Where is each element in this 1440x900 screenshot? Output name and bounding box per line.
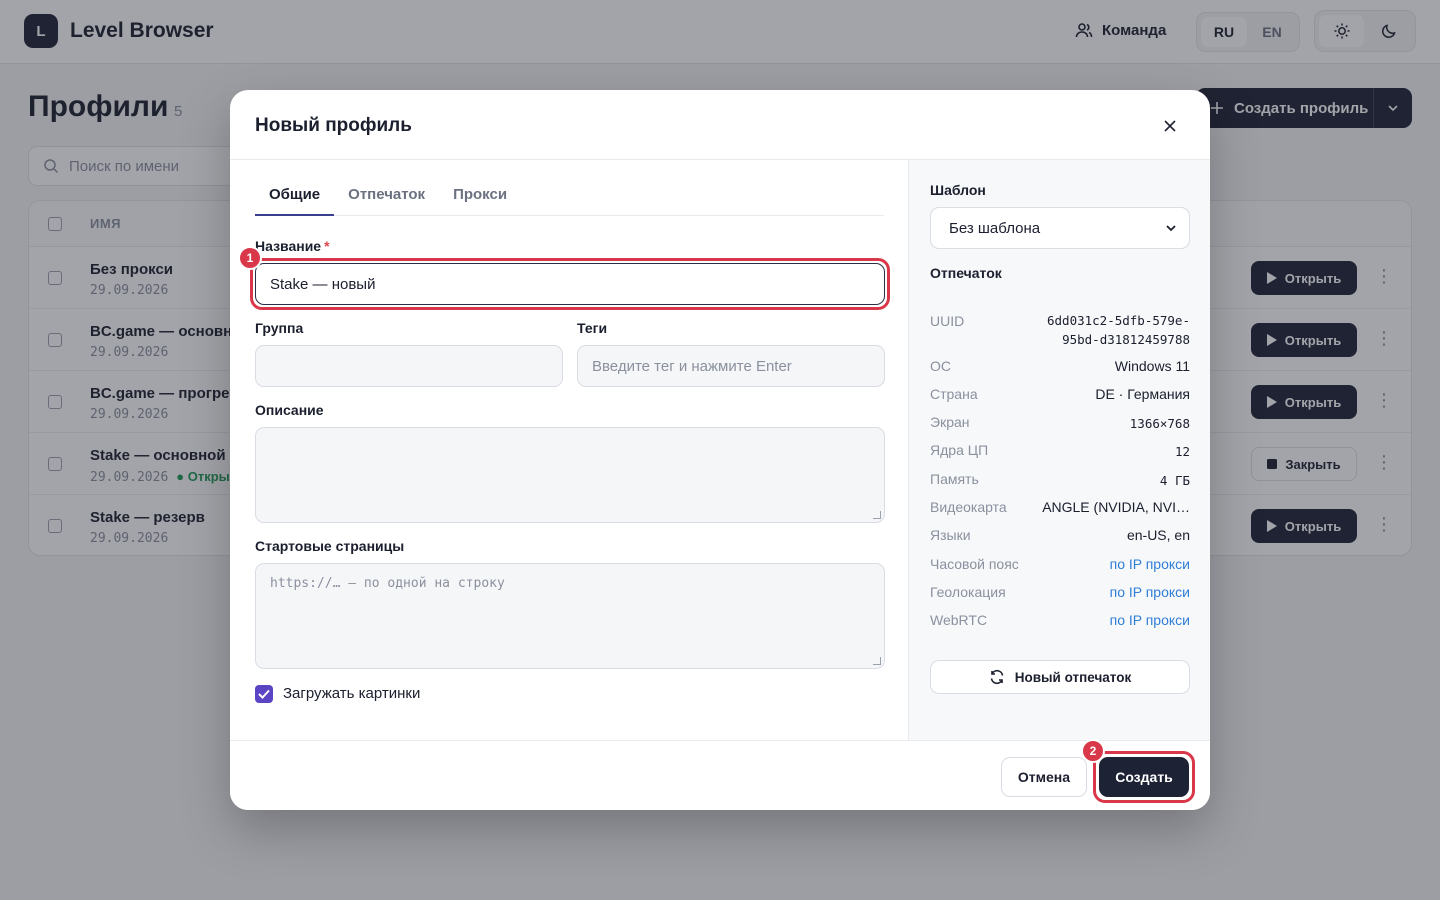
uuid-line-1: 6dd031c2-5dfb-579e-	[1047, 313, 1190, 328]
name-label: Название *	[255, 238, 330, 254]
uuid-line-2: 95bd-d31812459788	[1062, 332, 1190, 347]
fp-key: Часовой пояс	[930, 556, 1019, 572]
modal-footer: Отмена Создать 2	[230, 739, 1210, 810]
resize-handle[interactable]	[873, 511, 881, 519]
fp-languages-row: Языки en-US, en	[930, 527, 1190, 543]
fingerprint-label: Отпечаток	[930, 265, 1002, 281]
fp-timezone-row: Часовой пояс по IP прокси	[930, 556, 1190, 572]
fp-value: ANGLE (NVIDIA, NVI…	[1042, 499, 1190, 515]
resize-handle[interactable]	[873, 657, 881, 665]
chevron-down-icon	[1166, 225, 1176, 232]
template-value: Без шаблона	[949, 219, 1041, 237]
fp-key: Геолокация	[930, 584, 1006, 600]
fp-country-row: Страна DE · Германия	[930, 386, 1190, 402]
name-input[interactable]: Stake — новый	[255, 263, 885, 305]
fp-value[interactable]: по IP прокси	[1110, 612, 1190, 628]
fp-value: en-US, en	[1126, 527, 1190, 543]
refresh-icon	[990, 669, 1004, 685]
fp-webrtc-row: WebRTC по IP прокси	[930, 612, 1190, 628]
modal-title: Новый профиль	[255, 115, 412, 136]
fingerprint-panel: Шаблон Без шаблона Отпечаток UUID 6dd031…	[908, 160, 1210, 740]
modal-header: Новый профиль	[230, 90, 1210, 160]
fp-key: UUID	[930, 313, 965, 329]
step-badge-1: 1	[238, 246, 262, 270]
fp-key: Видеокарта	[930, 499, 1007, 515]
fp-os-row: ОС Windows 11	[930, 358, 1190, 374]
close-icon[interactable]	[1158, 114, 1182, 138]
fp-value: 4 ГБ	[1159, 473, 1190, 488]
load-images-label[interactable]: Загружать картинки	[283, 685, 420, 702]
fp-gpu-row: Видеокарта ANGLE (NVIDIA, NVI…	[930, 499, 1190, 515]
fp-value: Windows 11	[1114, 358, 1190, 374]
fp-value[interactable]: по IP прокси	[1110, 556, 1190, 572]
name-input-value: Stake — новый	[270, 275, 376, 293]
new-fingerprint-label: Новый отпечаток	[1014, 669, 1132, 685]
fp-screen-row: Экран 1366×768	[930, 414, 1190, 433]
step-badge-2: 2	[1081, 739, 1105, 763]
fp-value: 1366×768	[1129, 416, 1190, 431]
start-pages-label: Стартовые страницы	[255, 538, 405, 554]
fp-key: Экран	[930, 414, 970, 430]
fp-key: Память	[930, 471, 979, 487]
general-form: Общие Отпечаток Прокси Название * Stake —…	[230, 160, 908, 740]
fp-value: DE · Германия	[1095, 386, 1190, 402]
start-pages-textarea[interactable]: https://… — по одной на строку	[255, 563, 885, 669]
fp-cpu-row: Ядра ЦП 12	[930, 442, 1190, 461]
fp-uuid-value: 6dd031c2-5dfb-579e- 95bd-d31812459788	[1047, 311, 1190, 349]
fp-key: Ядра ЦП	[930, 442, 989, 458]
template-label: Шаблон	[930, 182, 986, 198]
fp-geolocation-row: Геолокация по IP прокси	[930, 584, 1190, 600]
tags-label: Теги	[577, 320, 608, 336]
description-textarea[interactable]	[255, 427, 885, 523]
group-input[interactable]	[255, 345, 563, 387]
load-images-checkbox[interactable]	[255, 685, 273, 703]
fp-value[interactable]: по IP прокси	[1110, 584, 1190, 600]
fp-key: WebRTC	[930, 612, 988, 628]
fp-key: ОС	[930, 358, 951, 374]
fp-value: 12	[1174, 444, 1190, 459]
modal-tabs: Общие Отпечаток Прокси	[255, 180, 884, 216]
tab-general[interactable]: Общие	[255, 180, 335, 216]
tab-fingerprint[interactable]: Отпечаток	[334, 180, 439, 216]
required-mark: *	[324, 238, 330, 254]
new-fingerprint-button[interactable]: Новый отпечаток	[930, 660, 1190, 694]
fp-uuid-row: UUID 6dd031c2-5dfb-579e- 95bd-d3181245978…	[930, 311, 1190, 349]
checkmark-icon	[258, 689, 270, 699]
tags-input[interactable]: Введите тег и нажмите Enter	[577, 345, 885, 387]
tags-placeholder: Введите тег и нажмите Enter	[592, 357, 792, 375]
create-button[interactable]: Создать	[1099, 757, 1189, 797]
fp-key: Страна	[930, 386, 978, 402]
group-label: Группа	[255, 320, 304, 336]
tab-proxy[interactable]: Прокси	[439, 180, 521, 216]
fp-key: Языки	[930, 527, 971, 543]
fp-memory-row: Память 4 ГБ	[930, 471, 1190, 490]
new-profile-modal: Новый профиль Общие Отпечаток Прокси Наз…	[230, 90, 1210, 810]
description-label: Описание	[255, 402, 324, 418]
name-label-text: Название	[255, 238, 322, 254]
template-select[interactable]: Без шаблона	[930, 207, 1190, 249]
cancel-button[interactable]: Отмена	[1001, 757, 1087, 797]
start-pages-placeholder: https://… — по одной на строку	[270, 576, 505, 591]
